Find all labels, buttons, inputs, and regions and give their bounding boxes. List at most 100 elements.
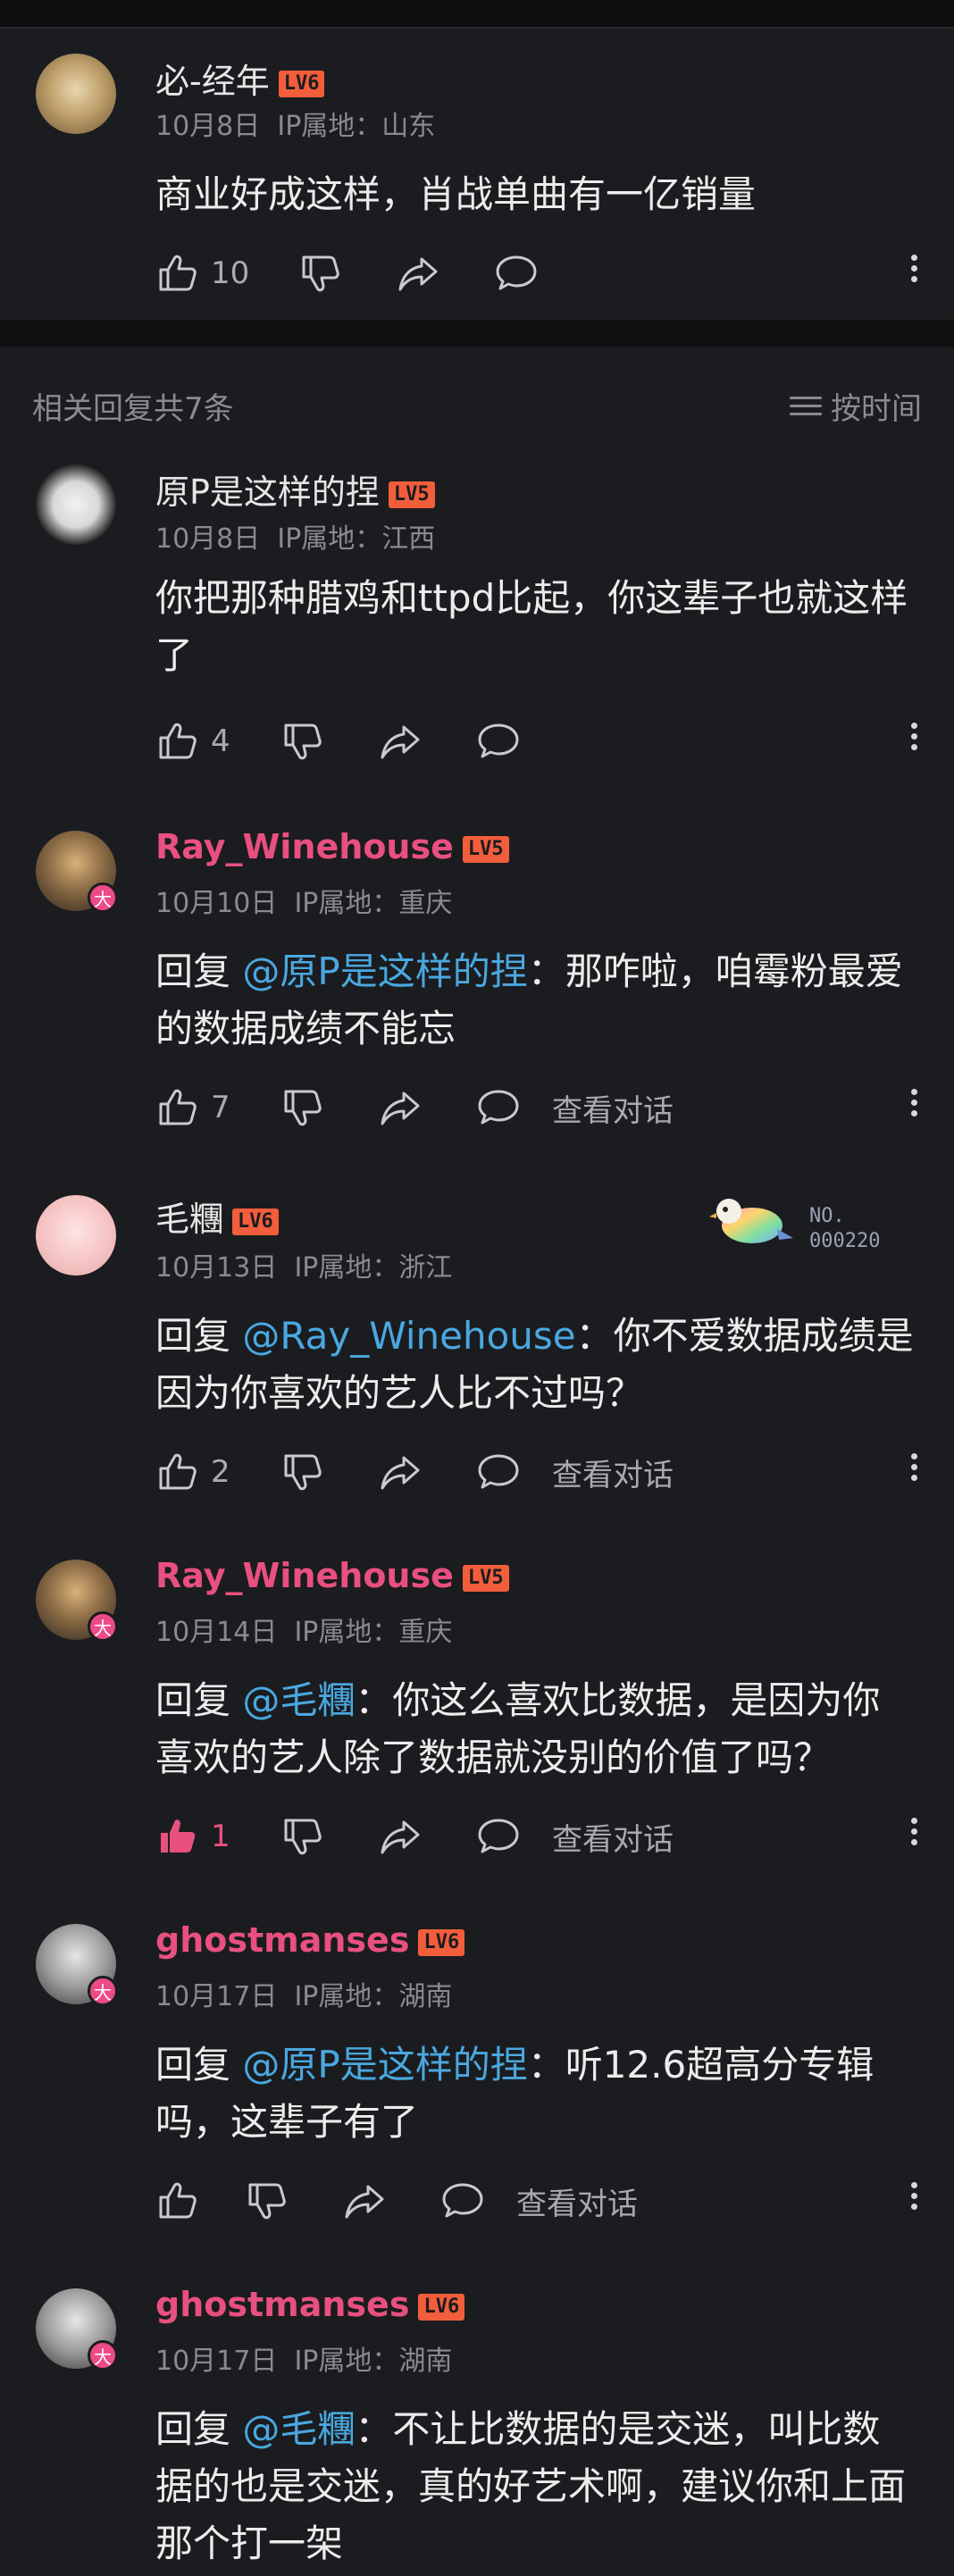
dislike-button[interactable]: [280, 720, 379, 763]
reply-item: 原P是这样的捏 LV5 10月8日 IP属地：江西 你把那种腊鸡和ttpd比起，你…: [0, 445, 954, 795]
top-bar: [0, 0, 954, 29]
share-icon: [381, 1091, 420, 1125]
comment-date: 10月10日: [155, 888, 278, 919]
mention-link[interactable]: @Ray_Winehouse: [242, 1314, 575, 1358]
ip-location: IP属地：湖南: [294, 1981, 453, 2012]
comment-date: 10月17日: [155, 1981, 278, 2012]
comment-date: 10月17日: [155, 2346, 278, 2377]
reply-button[interactable]: [477, 1086, 552, 1129]
reply-button[interactable]: [495, 252, 538, 295]
share-button[interactable]: [397, 252, 495, 295]
more-icon[interactable]: [911, 2178, 918, 2214]
like-count: 2: [211, 1454, 230, 1490]
like-button[interactable]: [155, 2179, 245, 2222]
reply-item: 大 ghostmanses LV6 10月17日 IP属地：湖南 回复 @原P是这…: [0, 1886, 954, 2253]
comment-actions: 1 查看对话: [155, 1811, 674, 1861]
reply-button[interactable]: [441, 2179, 516, 2222]
share-icon: [381, 1820, 420, 1854]
share-button[interactable]: [379, 1815, 477, 1858]
comment-text: 你把那种腊鸡和ttpd比起，你这辈子也就这样了: [155, 576, 908, 677]
comment-actions: 7 查看对话: [155, 1083, 674, 1133]
comment-text: 回复 @原P是这样的捏：那咋啦，咱霉粉最爱的数据成绩不能忘: [155, 949, 903, 1050]
more-icon[interactable]: [911, 1449, 918, 1485]
section-divider: [0, 320, 954, 347]
avatar[interactable]: [36, 1195, 116, 1275]
dislike-button[interactable]: [280, 1451, 379, 1493]
like-count: 4: [211, 723, 230, 759]
more-icon[interactable]: [911, 718, 918, 755]
reply-item: 大 Ray_Winehouse LV5 10月14日 IP属地：重庆 回复 @毛糰…: [0, 1522, 954, 1888]
like-button[interactable]: 1: [155, 1815, 280, 1858]
dislike-button[interactable]: [280, 1815, 379, 1858]
thumb-up-icon: [159, 1089, 197, 1125]
username[interactable]: 必-经年 LV6: [155, 54, 325, 103]
ip-location: IP属地：重庆: [294, 888, 453, 919]
username[interactable]: ghostmanses LV6: [155, 2285, 465, 2324]
like-count: 10: [211, 255, 250, 291]
ip-location: IP属地：重庆: [294, 1617, 453, 1648]
mention-link[interactable]: @毛糰: [242, 2407, 355, 2451]
avatar[interactable]: [36, 54, 116, 134]
like-button[interactable]: 4: [155, 720, 280, 763]
view-conversation-link[interactable]: 查看对话: [552, 1815, 674, 1859]
medal-no: NO.: [809, 1205, 845, 1227]
level-badge: LV6: [232, 1208, 279, 1235]
reply-button[interactable]: [477, 720, 520, 763]
username[interactable]: ghostmanses LV6: [155, 1920, 465, 1960]
level-badge: LV6: [418, 1928, 465, 1956]
more-icon[interactable]: [911, 1813, 918, 1850]
avatar[interactable]: [36, 464, 116, 545]
level-badge: LV5: [462, 835, 509, 863]
thumb-down-icon: [302, 255, 339, 292]
sort-button[interactable]: 按时间: [790, 384, 922, 428]
like-button[interactable]: 2: [155, 1451, 280, 1493]
dislike-button[interactable]: [298, 252, 397, 295]
ip-location: IP属地：湖南: [294, 2346, 453, 2377]
reply-button[interactable]: [477, 1815, 552, 1858]
share-button[interactable]: [343, 2179, 441, 2222]
mention-link[interactable]: @原P是这样的捏: [242, 949, 527, 993]
view-conversation-link[interactable]: 查看对话: [516, 2179, 638, 2223]
username[interactable]: 毛糰 LV6: [155, 1192, 279, 1241]
reply-item: 毛糰 LV6 NO. 000220 10月13日 IP属地：浙江 回复 @Ray_…: [0, 1158, 954, 1524]
username[interactable]: 原P是这样的捏 LV5: [155, 464, 435, 514]
mention-link[interactable]: @原P是这样的捏: [242, 2043, 527, 2087]
dislike-button[interactable]: [245, 2179, 343, 2222]
view-conversation-link[interactable]: 查看对话: [552, 1086, 674, 1130]
more-icon[interactable]: [911, 250, 918, 287]
share-icon: [398, 257, 438, 291]
comment-meta: 10月17日 IP属地：湖南: [155, 1974, 452, 2013]
more-icon[interactable]: [911, 1084, 918, 1121]
comment-meta: 10月13日 IP属地：浙江: [155, 1245, 452, 1284]
share-button[interactable]: [379, 720, 477, 763]
reply-button[interactable]: [477, 1451, 552, 1493]
comment-text: 商业好成这样，肖战单曲有一亿销量: [155, 172, 757, 216]
comment-actions: 4: [155, 716, 520, 766]
ip-location: IP属地：浙江: [294, 1252, 453, 1284]
ip-location: IP属地：江西: [277, 523, 436, 555]
verified-badge: 大: [88, 2340, 118, 2371]
comment-date: 10月8日: [155, 523, 261, 555]
share-button[interactable]: [379, 1451, 477, 1493]
mention-link[interactable]: @毛糰: [242, 1678, 355, 1722]
thumb-up-icon: [159, 255, 197, 291]
share-button[interactable]: [379, 1086, 477, 1129]
like-button[interactable]: 7: [155, 1086, 280, 1129]
like-button[interactable]: 10: [155, 252, 298, 295]
level-badge: LV6: [278, 70, 325, 97]
comment-meta: 10月10日 IP属地：重庆: [155, 881, 452, 920]
comment-actions: 10: [155, 248, 538, 298]
thumb-down-icon: [284, 1090, 322, 1126]
comment-icon: [478, 1819, 519, 1853]
thumb-down-icon: [284, 1819, 322, 1855]
view-conversation-link[interactable]: 查看对话: [552, 1451, 674, 1494]
comment-icon: [478, 723, 519, 758]
username[interactable]: Ray_Winehouse LV5: [155, 827, 509, 866]
verified-badge: 大: [88, 1976, 118, 2006]
comment-icon: [496, 255, 537, 290]
fan-medal: [706, 1184, 795, 1256]
sort-label: 按时间: [831, 391, 922, 427]
dislike-button[interactable]: [280, 1086, 379, 1129]
username[interactable]: Ray_Winehouse LV5: [155, 1556, 509, 1595]
comment-icon: [442, 2183, 483, 2218]
